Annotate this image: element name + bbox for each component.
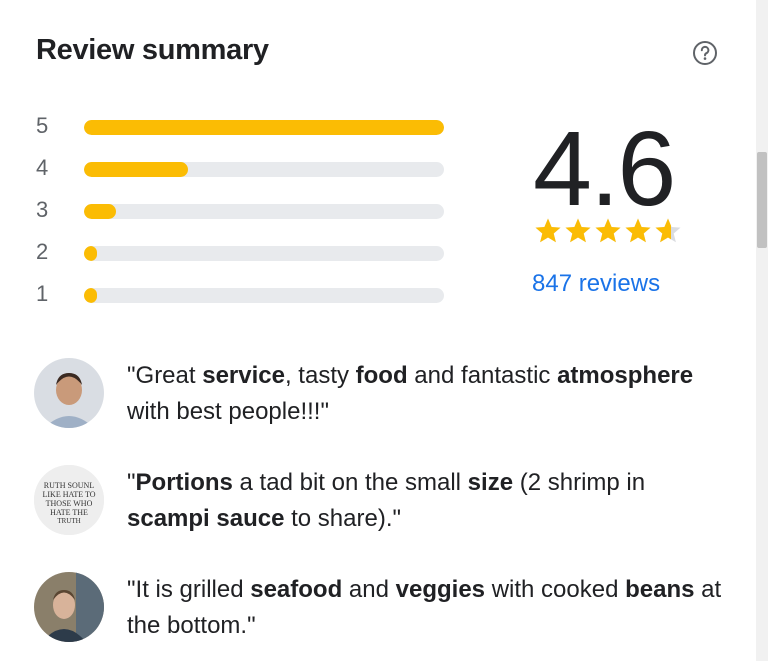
review-snippet[interactable]: "It is grilled seafood and veggies with … <box>34 572 734 644</box>
rating-bar-fill <box>84 120 444 135</box>
reviewer-avatar <box>34 572 104 642</box>
star-icon <box>625 218 651 243</box>
rating-row-5[interactable]: 5 <box>36 107 456 147</box>
rating-stars <box>533 216 683 246</box>
review-keyword: size <box>467 469 514 496</box>
review-snippet[interactable]: RUTH SOUNL LIKE HATE TO THOSE WHO HATE T… <box>34 465 734 537</box>
rating-bar <box>84 204 444 219</box>
review-text: (2 shrimp in <box>513 469 646 496</box>
review-quote: "Portions a tad bit on the small size (2… <box>127 465 727 537</box>
review-text: " <box>127 469 136 496</box>
review-summary-panel: Review summary 5 4 3 2 1 4.6 847 reviews <box>0 0 756 661</box>
review-text: a tad bit on the small <box>232 469 468 496</box>
rating-bar <box>84 162 444 177</box>
review-text: "It is grilled <box>127 576 251 603</box>
review-keyword: food <box>355 362 408 389</box>
rating-label: 3 <box>36 197 49 222</box>
rating-row-4[interactable]: 4 <box>36 149 456 189</box>
avatar-text-image: RUTH SOUNL LIKE HATE TO THOSE WHO HATE T… <box>34 465 104 535</box>
rating-bar <box>84 288 444 303</box>
review-keyword: beans <box>625 576 695 603</box>
rating-label: 4 <box>36 155 49 180</box>
rating-label: 1 <box>36 281 49 306</box>
rating-row-2[interactable]: 2 <box>36 233 456 273</box>
rating-bar-fill <box>84 204 117 219</box>
svg-text:TRUTH: TRUTH <box>57 517 80 525</box>
review-keyword: atmosphere <box>557 362 694 389</box>
review-text: and <box>342 576 396 603</box>
rating-row-1[interactable]: 1 <box>36 275 456 315</box>
rating-bar-fill <box>84 162 189 177</box>
review-snippet[interactable]: "Great service, tasty food and fantastic… <box>34 358 734 430</box>
svg-text:LIKE HATE TO: LIKE HATE TO <box>42 490 95 499</box>
review-keyword: veggies <box>395 576 486 603</box>
scrollbar-track[interactable] <box>756 0 768 661</box>
reviewer-avatar: RUTH SOUNL LIKE HATE TO THOSE WHO HATE T… <box>34 465 104 535</box>
review-keyword: scampi sauce <box>127 505 285 532</box>
review-keyword: service <box>202 362 285 389</box>
svg-text:HATE THE: HATE THE <box>50 508 88 517</box>
review-text: , tasty <box>284 362 356 389</box>
review-keyword: seafood <box>250 576 343 603</box>
question-circle-icon[interactable] <box>692 40 718 66</box>
reviewer-avatar <box>34 358 104 428</box>
review-quote: "Great service, tasty food and fantastic… <box>127 358 727 430</box>
scrollbar-thumb[interactable] <box>757 152 767 248</box>
rating-label: 2 <box>36 239 49 264</box>
rating-bar-fill <box>84 288 97 303</box>
svg-text:RUTH SOUNL: RUTH SOUNL <box>44 481 95 490</box>
star-icon <box>565 218 591 243</box>
rating-bar <box>84 120 444 135</box>
rating-bar <box>84 246 444 261</box>
average-rating: 4.6 <box>533 110 676 228</box>
review-keyword: Portions <box>135 469 233 496</box>
review-text: "Great <box>127 362 203 389</box>
review-quote: "It is grilled seafood and veggies with … <box>127 572 727 644</box>
rating-label: 5 <box>36 113 49 138</box>
page-title: Review summary <box>36 34 269 66</box>
review-text: to share)." <box>284 505 402 532</box>
review-text: with cooked <box>485 576 626 603</box>
star-icon <box>535 218 561 243</box>
rating-row-3[interactable]: 3 <box>36 191 456 231</box>
svg-text:THOSE WHO: THOSE WHO <box>46 499 93 508</box>
review-text: with best people!!!" <box>127 398 329 425</box>
rating-bar-fill <box>84 246 97 261</box>
review-text: and fantastic <box>407 362 558 389</box>
star-icon <box>595 218 621 243</box>
star-icon <box>655 218 681 243</box>
reviews-count-link[interactable]: 847 reviews <box>532 270 660 298</box>
